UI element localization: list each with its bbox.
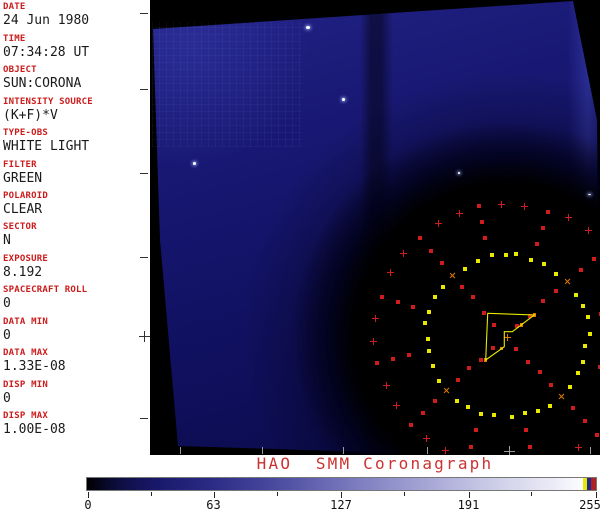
- star: [458, 172, 460, 174]
- left-axis-tick: [140, 418, 148, 419]
- metadata-field-value: GREEN: [3, 171, 43, 186]
- metadata-panel: DATE 24 Jun 1980 TIME 07:34:28 UT OBJECT SUN:…: [0, 0, 150, 455]
- metadata-field-value: N: [3, 233, 11, 248]
- metadata-field-value: 24 Jun 1980: [3, 13, 90, 28]
- colorbar-tick-label: 127: [330, 498, 352, 512]
- metadata-field-label: TYPE-OBS: [3, 128, 48, 138]
- metadata-field-label: DISP MIN: [3, 380, 48, 390]
- metadata-field-value: 1.00E-08: [3, 422, 66, 437]
- metadata-field: POLAROID CLEAR: [3, 191, 149, 217]
- bottom-axis-tick: [427, 447, 428, 454]
- colorbar-tick-label: 255: [579, 498, 600, 512]
- metadata-field-value: 0: [3, 391, 11, 406]
- metadata-field: DATA MAX 1.33E-08: [3, 348, 149, 374]
- metadata-field-label: POLAROID: [3, 191, 48, 201]
- bottom-axis-ticks: [150, 0, 600, 455]
- colorbar-gradient: [87, 478, 583, 490]
- metadata-field-label: SPACECRAFT ROLL: [3, 285, 88, 295]
- left-axis-tick: [140, 13, 148, 14]
- metadata-field-label: SECTOR: [3, 222, 37, 232]
- left-axis-tick: [140, 173, 148, 174]
- colorbar-tick-label: 191: [457, 498, 480, 512]
- bottom-axis-tick: [590, 447, 591, 454]
- star: [193, 162, 196, 165]
- colorbar: [86, 477, 597, 491]
- metadata-field: DATA MIN 0: [3, 317, 149, 343]
- metadata-field: DATE 24 Jun 1980: [3, 2, 149, 28]
- metadata-field-label: INTENSITY SOURCE: [3, 97, 93, 107]
- image-title: HAO SMM Coronagraph: [256, 454, 494, 473]
- metadata-field-label: DATA MAX: [3, 348, 48, 358]
- metadata-field: DISP MAX 1.00E-08: [3, 411, 149, 437]
- metadata-field: DISP MIN 0: [3, 380, 149, 406]
- metadata-field-label: OBJECT: [3, 65, 37, 75]
- metadata-field-label: DATA MIN: [3, 317, 48, 327]
- metadata-field-label: DATE: [3, 2, 26, 12]
- left-axis-tick: [140, 257, 148, 258]
- metadata-field: SPACECRAFT ROLL 0: [3, 285, 149, 311]
- metadata-field-label: DISP MAX: [3, 411, 48, 421]
- coronagraph-viewer: DATE 24 Jun 1980 TIME 07:34:28 UT OBJECT SUN:…: [0, 0, 600, 512]
- colorbar-end-stripe: [591, 478, 596, 490]
- metadata-field: INTENSITY SOURCE (K+F)*V: [3, 97, 149, 123]
- metadata-field: OBJECT SUN:CORONA: [3, 65, 149, 91]
- star: [306, 26, 310, 29]
- metadata-field-value: 07:34:28 UT: [3, 45, 90, 60]
- colorbar-minor-tick: [404, 492, 405, 496]
- metadata-field-value: 0: [3, 328, 11, 343]
- metadata-field-label: TIME: [3, 34, 26, 44]
- colorbar-minor-tick: [277, 492, 278, 496]
- metadata-field-value: WHITE LIGHT: [3, 139, 90, 154]
- bottom-axis-cross: [509, 446, 510, 455]
- metadata-field-value: SUN:CORONA: [3, 76, 82, 91]
- metadata-field: EXPOSURE 8.192: [3, 254, 149, 280]
- bottom-axis-tick: [262, 447, 263, 454]
- metadata-field-value: 1.33E-08: [3, 359, 66, 374]
- metadata-field: TYPE-OBS WHITE LIGHT: [3, 128, 149, 154]
- metadata-field-value: 8.192: [3, 265, 43, 280]
- metadata-field: TIME 07:34:28 UT: [3, 34, 149, 60]
- left-axis-tick: [140, 89, 148, 90]
- coronagraph-image: [150, 0, 600, 455]
- metadata-field-value: 0: [3, 296, 11, 311]
- colorbar-tick-label: 0: [84, 498, 92, 512]
- colorbar-tick-label: 63: [206, 498, 221, 512]
- metadata-field-value: (K+F)*V: [3, 108, 58, 123]
- metadata-field-label: FILTER: [3, 160, 37, 170]
- metadata-field-label: EXPOSURE: [3, 254, 48, 264]
- left-axis-cross: [144, 331, 145, 342]
- metadata-field-value: CLEAR: [3, 202, 43, 217]
- bottom-axis-tick: [343, 447, 344, 454]
- star: [342, 98, 345, 101]
- colorbar-labels: 0 63 127 191 255: [84, 498, 600, 512]
- bottom-axis-tick: [180, 447, 181, 454]
- colorbar-minor-tick: [531, 492, 532, 496]
- colorbar-minor-tick: [151, 492, 152, 496]
- metadata-field: SECTOR N: [3, 222, 149, 248]
- metadata-field: FILTER GREEN: [3, 160, 149, 186]
